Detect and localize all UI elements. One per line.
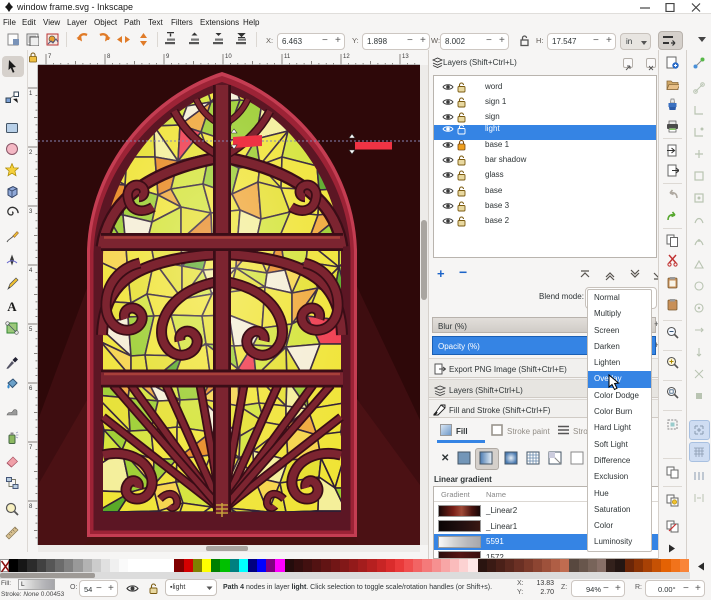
svg-text:10: 10 [225, 54, 232, 60]
svg-text:13: 13 [402, 54, 409, 60]
svg-text:12: 12 [343, 54, 350, 60]
svg-text:A: A [7, 299, 17, 314]
svg-text:11: 11 [284, 54, 291, 60]
